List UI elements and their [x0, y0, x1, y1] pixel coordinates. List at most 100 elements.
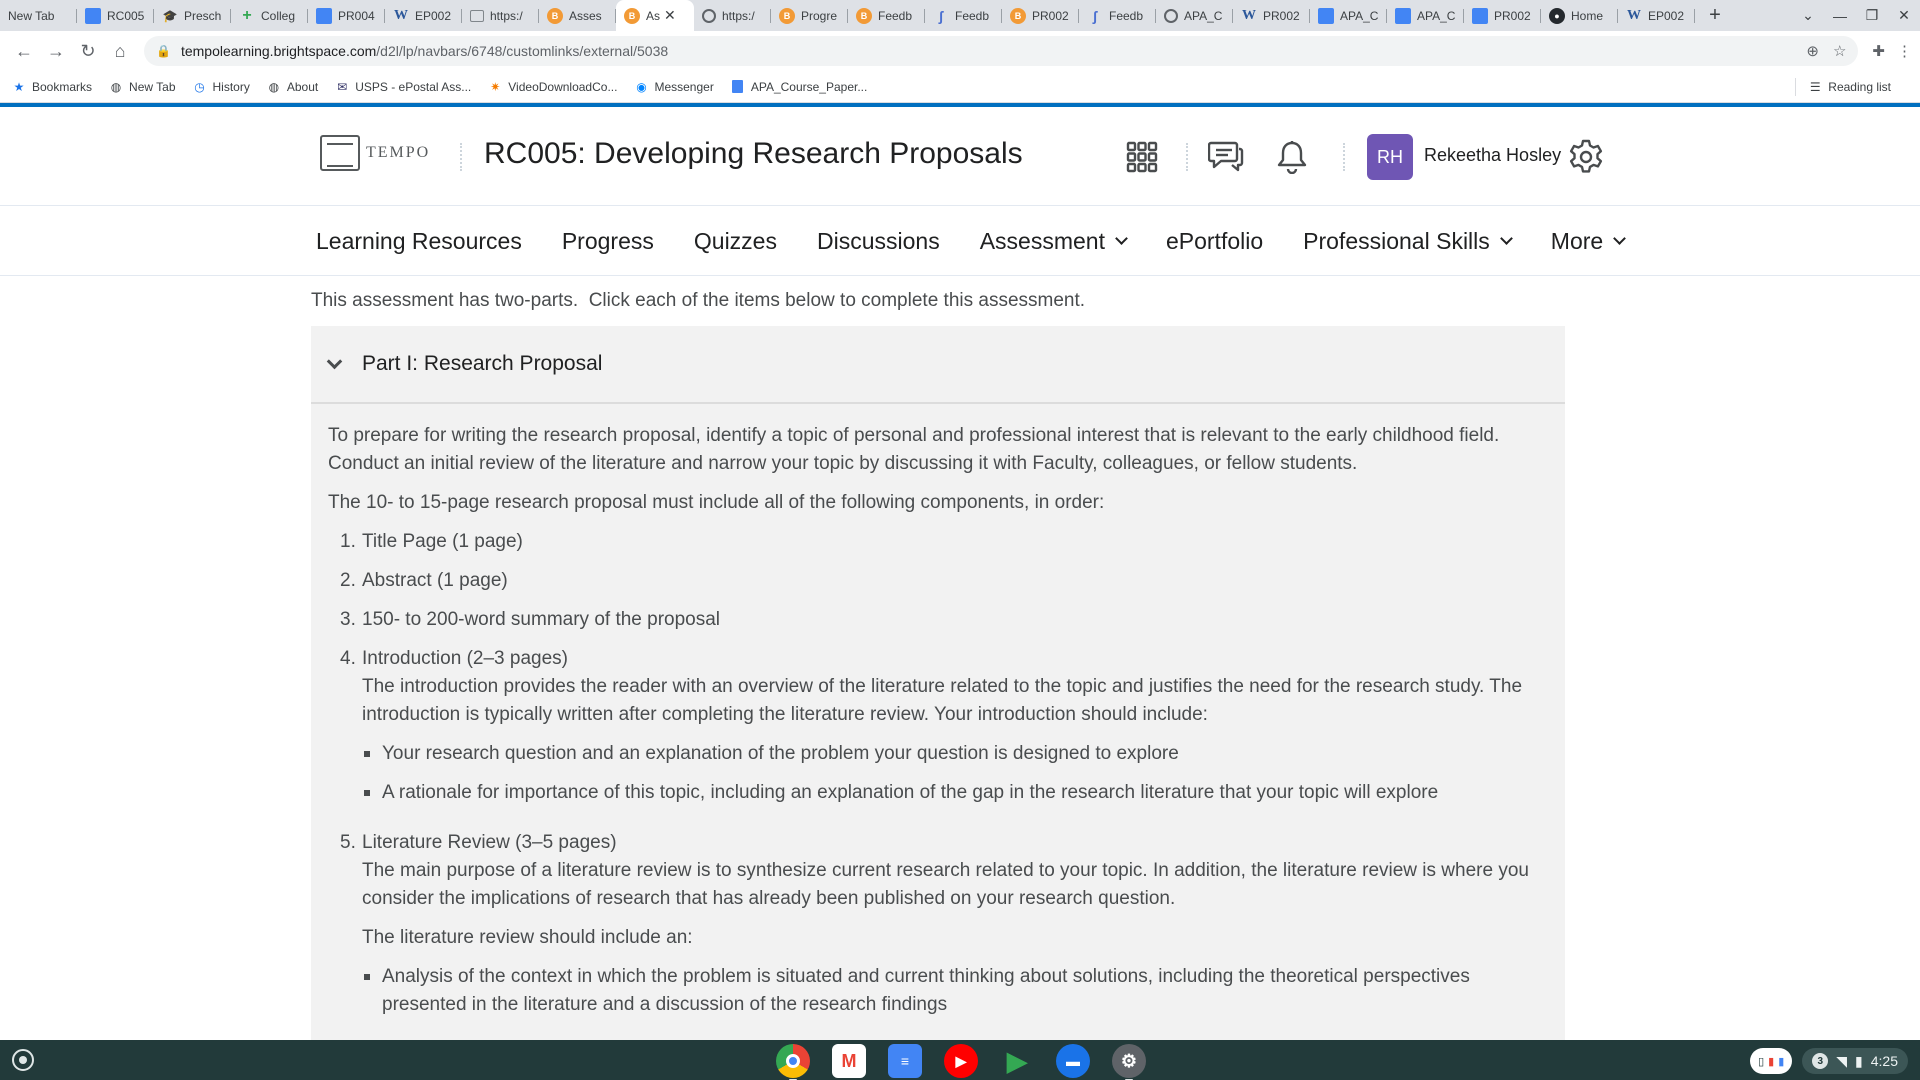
- browser-tab[interactable]: 🎓 Presch: [154, 0, 231, 31]
- lock-icon: 🔒: [156, 44, 171, 58]
- bookmark-item[interactable]: ✷ VideoDownloadCo...: [488, 80, 617, 94]
- tab-search-icon[interactable]: ⌄: [1792, 7, 1824, 24]
- wifi-icon: ◥: [1836, 1052, 1848, 1069]
- nav-item-professional-skills[interactable]: Professional Skills: [1303, 228, 1513, 255]
- bullet-item: Your research question and an explanatio…: [362, 740, 1537, 768]
- globe-icon: ◍: [110, 79, 122, 94]
- bookmark-item[interactable]: ◍ About: [267, 80, 319, 94]
- globe-icon: [702, 8, 716, 23]
- back-arrow-icon[interactable]: ←: [8, 35, 40, 67]
- browser-tab[interactable]: B PR002: [1002, 0, 1079, 31]
- shelf-apps: M ≡ ▶ ▶ ▬ ⚙: [776, 1044, 1146, 1080]
- course-title[interactable]: RC005: Developing Research Proposals: [484, 137, 1023, 171]
- tempo-logo[interactable]: TEMPO: [320, 135, 430, 171]
- nav-item-eportfolio[interactable]: ePortfolio: [1166, 228, 1263, 255]
- menu-kebab-icon[interactable]: ⋮: [1897, 42, 1912, 60]
- browser-tab[interactable]: https:/: [462, 0, 539, 31]
- avatar[interactable]: RH: [1367, 134, 1413, 180]
- chrome-icon[interactable]: [776, 1044, 810, 1080]
- browser-tab[interactable]: ● Home: [1541, 0, 1618, 31]
- course-selector-grid-icon[interactable]: [1124, 137, 1160, 177]
- bookmark-star-icon[interactable]: ☆: [1833, 42, 1846, 60]
- minimize-icon[interactable]: —: [1824, 8, 1856, 24]
- bookmark-item[interactable]: ◍ New Tab: [109, 79, 176, 94]
- nav-item-quizzes[interactable]: Quizzes: [694, 228, 777, 255]
- notification-bell-icon[interactable]: [1274, 137, 1310, 177]
- reload-icon[interactable]: ↻: [72, 35, 104, 67]
- settings-icon[interactable]: ⚙: [1112, 1044, 1146, 1080]
- bookmark-item[interactable]: ★ Bookmarks: [12, 80, 92, 94]
- restore-icon[interactable]: ❐: [1856, 7, 1888, 24]
- browser-tab[interactable]: W PR002: [1233, 0, 1310, 31]
- chevron-down-icon: [1613, 231, 1627, 245]
- message-alerts-icon[interactable]: [1208, 137, 1244, 177]
- bookmark-item[interactable]: ◉ Messenger: [634, 80, 714, 94]
- forward-arrow-icon[interactable]: →: [40, 35, 72, 67]
- components-list: 1. Title Page (1 page) 2. Abstract (1 page…: [328, 528, 1537, 1030]
- docs-icon: [1395, 7, 1411, 24]
- zoom-icon[interactable]: ⊕: [1806, 42, 1819, 60]
- play-store-icon[interactable]: ▶: [1000, 1044, 1034, 1078]
- close-icon[interactable]: ✕: [664, 7, 676, 24]
- new-tab-button[interactable]: +: [1701, 2, 1729, 30]
- browser-tab[interactable]: New Tab: [0, 0, 77, 31]
- nav-item-progress[interactable]: Progress: [562, 228, 654, 255]
- nav-item-more[interactable]: More: [1551, 228, 1627, 255]
- image-icon: [470, 9, 484, 22]
- reading-list-button[interactable]: ☰ Reading list: [1795, 77, 1891, 96]
- browser-tab[interactable]: W EP002: [385, 0, 462, 31]
- home-icon[interactable]: ⌂: [104, 35, 136, 67]
- accordion-title: Part I: Research Proposal: [362, 352, 603, 375]
- assessment-intro: This assessment has two-parts. Click eac…: [311, 290, 1086, 311]
- bookmark-item[interactable]: APA_Course_Paper...: [731, 80, 867, 94]
- browser-tab[interactable]: APA_C: [1156, 0, 1233, 31]
- square-bullet-icon: [364, 790, 370, 796]
- settings-gear-icon[interactable]: [1568, 137, 1604, 177]
- nav-item-discussions[interactable]: Discussions: [817, 228, 940, 255]
- window-controls: ⌄ — ❐ ✕: [1792, 0, 1920, 31]
- doc-icon: ▮: [1778, 1055, 1785, 1068]
- browser-tab[interactable]: + Colleg: [231, 0, 308, 31]
- tab-list: New Tab RC005 🎓 Presch + Colleg PR004 W EP0…: [0, 0, 1729, 31]
- browser-tab[interactable]: B Progre: [771, 0, 848, 31]
- youtube-icon[interactable]: ▶: [944, 1044, 978, 1078]
- browser-tab[interactable]: APA_C: [1310, 0, 1387, 31]
- browser-tab[interactable]: PR002: [1464, 0, 1541, 31]
- bullet-item: Analysis of the context in which the pro…: [362, 963, 1537, 1019]
- bookmark-item[interactable]: ◷ History: [193, 80, 250, 94]
- course-navbar: Learning Resources Progress Quizzes Disc…: [0, 206, 1920, 276]
- accordion-body: To prepare for writing the research prop…: [311, 404, 1565, 1030]
- browser-tab-active[interactable]: B As ✕: [616, 0, 694, 31]
- status-area[interactable]: 3 ◥ ▮ 4:25: [1802, 1048, 1908, 1074]
- browser-tab[interactable]: PR004: [308, 0, 385, 31]
- bookmark-item[interactable]: ✉ USPS - ePostal Ass...: [335, 80, 471, 94]
- browser-tab[interactable]: ʃ Feedb: [1079, 0, 1156, 31]
- browser-tab[interactable]: B Feedb: [848, 0, 925, 31]
- extensions-puzzle-icon[interactable]: ✚: [1872, 42, 1885, 60]
- accordion-panel-part1: Part I: Research Proposal To prepare for…: [311, 326, 1565, 1040]
- system-tray: ▯ ▮ ▮ 3 ◥ ▮ 4:25: [1750, 1048, 1908, 1074]
- address-bar[interactable]: 🔒 tempolearning.brightspace.com/d2l/lp/n…: [144, 36, 1859, 66]
- browser-tab[interactable]: B Asses: [539, 0, 616, 31]
- accordion-header[interactable]: Part I: Research Proposal: [311, 326, 1565, 404]
- close-window-icon[interactable]: ✕: [1888, 7, 1920, 24]
- user-name[interactable]: Rekeetha Hosley: [1424, 145, 1561, 166]
- battery-icon: ▮: [1855, 1052, 1863, 1069]
- gmail-icon[interactable]: M: [832, 1044, 866, 1078]
- browser-tab[interactable]: W EP002: [1618, 0, 1695, 31]
- square-bullet-icon: [364, 974, 370, 980]
- browser-tab[interactable]: ʃ Feedb: [925, 0, 1002, 31]
- nav-item-learning-resources[interactable]: Learning Resources: [316, 228, 522, 255]
- usps-icon: ✉: [337, 79, 348, 94]
- nav-item-assessment[interactable]: Assessment: [980, 228, 1128, 255]
- docs-icon[interactable]: ≡: [888, 1044, 922, 1078]
- browser-tab[interactable]: APA_C: [1387, 0, 1464, 31]
- launcher-icon[interactable]: [12, 1049, 34, 1071]
- messages-icon[interactable]: ▬: [1056, 1044, 1090, 1078]
- holding-space-button[interactable]: ▯ ▮ ▮: [1750, 1048, 1793, 1074]
- browser-tab[interactable]: https:/: [694, 0, 771, 31]
- browser-tab[interactable]: RC005: [77, 0, 154, 31]
- url-host: tempolearning.brightspace.com: [180, 43, 377, 59]
- d2l-icon: B: [779, 7, 795, 24]
- list-item: 2. Abstract (1 page): [340, 570, 508, 591]
